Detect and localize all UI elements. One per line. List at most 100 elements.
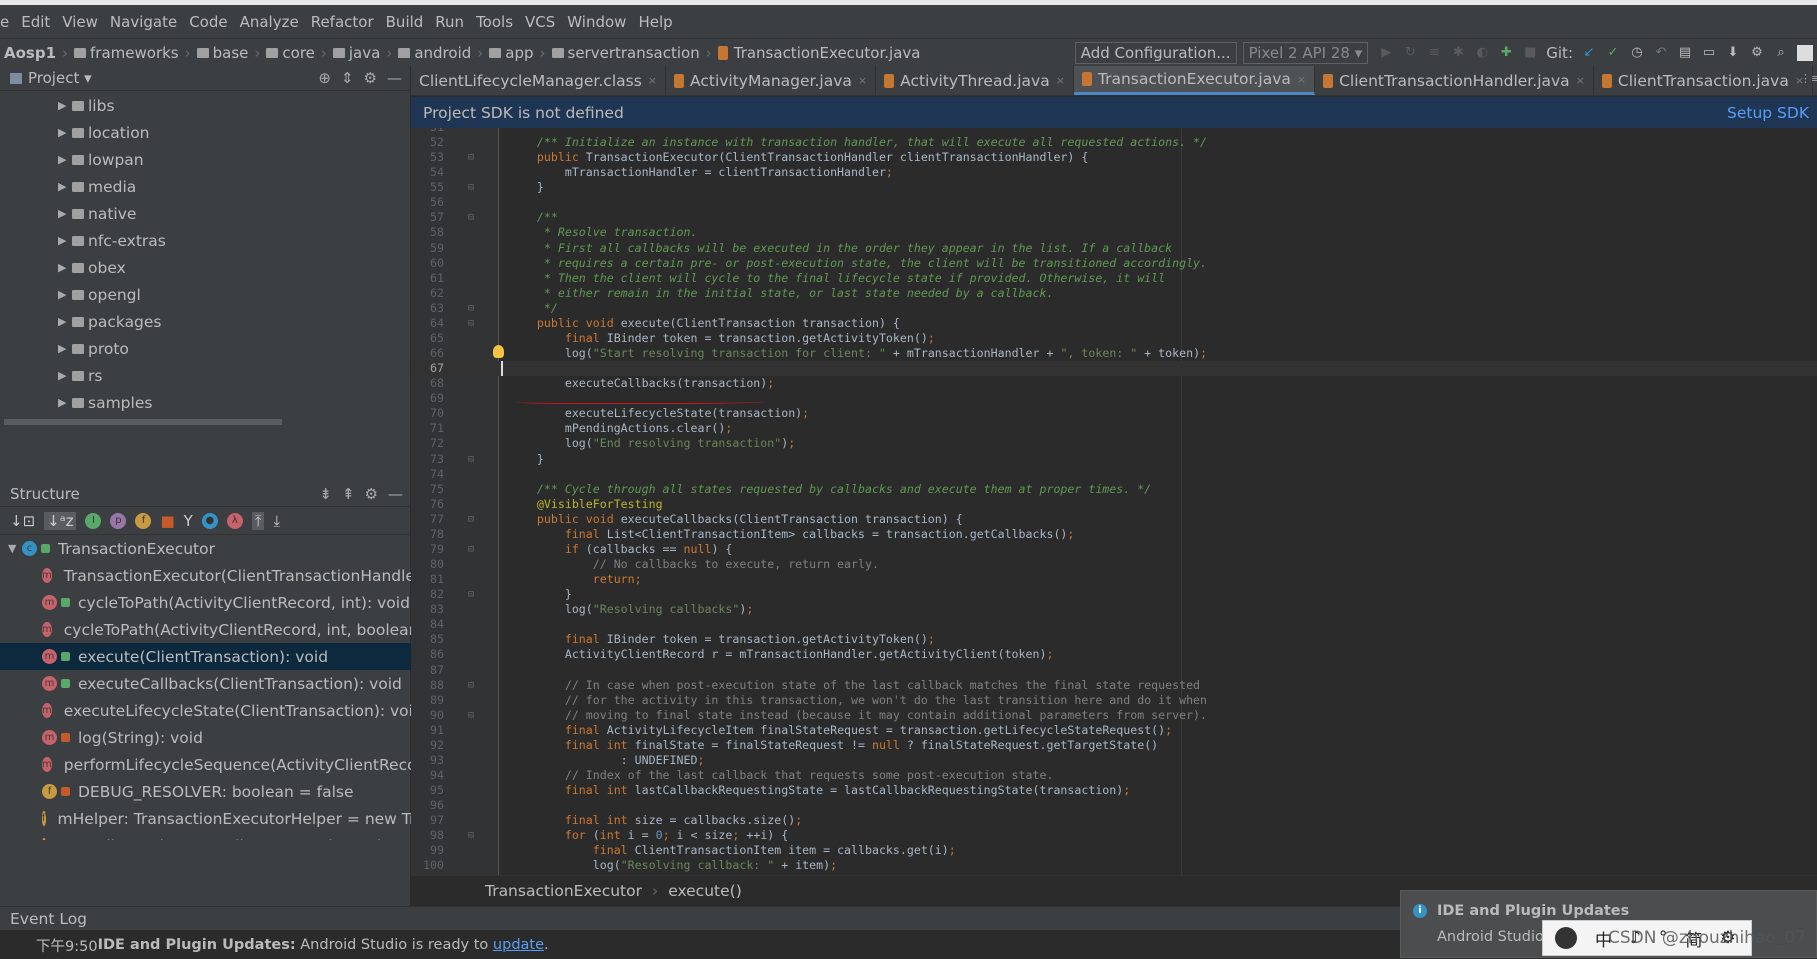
structure-field[interactable]: f mPendingActions: PendingTransactionActi… [0,832,411,840]
git-commit-icon[interactable]: ✓ [1605,45,1621,61]
breadcrumb-item[interactable]: core [266,44,315,62]
expand-arrow-icon[interactable]: ▶ [58,342,72,355]
fold-marker-icon[interactable]: ⊟ [468,316,474,331]
menu-vcs[interactable]: VCS [525,13,555,31]
show-lambdas-icon[interactable]: λ [226,512,243,529]
stop-icon[interactable]: ■ [1522,45,1538,61]
tree-item-samples[interactable]: ▶ samples [0,389,410,416]
close-tab-icon[interactable]: × [648,74,657,87]
expand-arrow-icon[interactable]: ▶ [58,261,72,274]
run-icon[interactable]: ▶ [1378,45,1394,61]
android-profiler-icon[interactable]: ⚙ [1749,45,1765,61]
tab-TransactionExecutor.java[interactable]: TransactionExecutor.java × [1073,66,1316,95]
autoscroll-from-source-icon[interactable]: ⤓ [273,512,280,530]
fold-marker-icon[interactable]: ⊟ [468,150,474,165]
group-icon[interactable]: Y [184,512,193,530]
fold-marker-icon[interactable]: ⊟ [468,512,474,527]
tree-item-lowpan[interactable]: ▶ lowpan [0,146,410,173]
menu-build[interactable]: Build [386,13,424,31]
tree-item-obex[interactable]: ▶ obex [0,254,410,281]
show-properties-icon[interactable]: p [110,512,127,529]
breadcrumb-item[interactable]: base [196,44,248,62]
structure-method[interactable]: m execute(ClientTransaction): void [0,643,411,670]
collapse-all-icon[interactable]: ⇞ [342,485,355,503]
menu-help[interactable]: Help [638,13,672,31]
add-configuration-button[interactable]: Add Configuration... [1074,41,1237,64]
hide-icon[interactable]: — [387,69,402,87]
structure-method[interactable]: m executeCallbacks(ClientTransaction): vo… [0,670,411,697]
breadcrumb-item[interactable]: android [398,44,471,62]
expand-arrow-icon[interactable]: ▶ [58,396,72,409]
structure-method[interactable]: m executeLifecycleState(ClientTransaction… [0,697,411,724]
setup-sdk-link[interactable]: Setup SDK [1727,104,1809,122]
expand-arrow-icon[interactable]: ▶ [58,153,72,166]
fold-marker-icon[interactable]: ⊟ [468,678,474,693]
git-revert-icon[interactable]: ↶ [1653,45,1669,61]
structure-method[interactable]: m TransactionExecutor(ClientTransactionHa… [0,562,411,589]
structure-method[interactable]: m cycleToPath(ActivityClientRecord, int):… [0,589,411,616]
attach-debugger-icon[interactable]: ✚ [1498,45,1514,61]
show-non-public-icon[interactable]: ■ [160,512,174,530]
hide-icon[interactable]: — [388,485,403,503]
close-tab-icon[interactable]: × [1576,74,1585,87]
close-tab-icon[interactable]: × [1297,73,1306,86]
menu-tools[interactable]: Tools [476,13,513,31]
tab-overflow-icon[interactable]: ⋮≡ [1800,72,1817,85]
breadcrumb-item[interactable]: TransactionExecutor.java [717,44,920,62]
fold-marker-icon[interactable]: ⊟ [468,210,474,225]
menu-edit[interactable]: Edit [21,13,50,31]
menu-run[interactable]: Run [435,13,464,31]
menu-navigate[interactable]: Navigate [110,13,177,31]
search-icon[interactable]: ⌕ [1773,45,1789,61]
breadcrumb-item[interactable]: app [489,44,534,62]
tree-item-packages[interactable]: ▶ packages [0,308,410,335]
device-selector[interactable]: Pixel 2 API 28 ▾ [1242,41,1369,64]
autoscroll-to-source-icon[interactable]: ⤒ [251,511,265,530]
menu-window[interactable]: Window [567,13,626,31]
structure-method[interactable]: m performLifecycleSequence(ActivityClient… [0,751,411,778]
ime-logo-icon[interactable] [1555,927,1577,949]
tree-item-native[interactable]: ▶ native [0,200,410,227]
breadcrumb-class[interactable]: TransactionExecutor [485,882,642,900]
expand-arrow-icon[interactable]: ▶ [58,126,72,139]
fold-marker-icon[interactable]: ⊟ [468,452,474,467]
fold-marker-icon[interactable]: ⊟ [468,828,474,843]
avd-manager-icon[interactable]: ▭ [1701,45,1717,61]
tree-item-location[interactable]: ▶ location [0,119,410,146]
sort-alphabetically-icon[interactable]: ↓ᵃz [44,511,77,530]
tab-ClientTransactionHandler.java[interactable]: ClientTransactionHandler.java × [1315,66,1594,95]
tree-item-nfc-extras[interactable]: ▶ nfc-extras [0,227,410,254]
breadcrumb-method[interactable]: execute() [668,882,742,900]
debug-icon[interactable]: ✱ [1450,45,1466,61]
git-update-icon[interactable]: ↙ [1581,45,1597,61]
profile-icon[interactable]: ◐ [1474,45,1490,61]
project-view-selector[interactable]: Project ▾ [28,69,92,87]
structure-field[interactable]: f mHelper: TransactionExecutorHelper = ne… [0,805,411,832]
breadcrumb-item[interactable]: java [332,44,380,62]
rerun-icon[interactable]: ↻ [1402,45,1418,61]
expand-arrow-icon[interactable]: ▼ [8,542,22,555]
show-anonymous-icon[interactable]: ● [201,512,218,529]
fold-marker-icon[interactable]: ⊟ [468,587,474,602]
close-tab-icon[interactable]: × [1056,74,1065,87]
intention-bulb-icon[interactable] [493,345,504,358]
tab-ActivityManager.java[interactable]: ActivityManager.java × [666,66,877,95]
tree-item-proto[interactable]: ▶ proto [0,335,410,362]
tree-item-libs[interactable]: ▶ libs [0,92,410,119]
code-editor[interactable]: 5152 /** Initialize an instance with tra… [411,128,1817,875]
locate-icon[interactable]: ⊕ [318,69,331,87]
fold-marker-icon[interactable]: ⊟ [468,542,474,557]
menu-code[interactable]: Code [189,13,227,31]
collapse-all-icon[interactable]: ⇕ [341,69,354,87]
structure-method[interactable]: m log(String): void [0,724,411,751]
breadcrumb-item[interactable]: servertransaction [551,44,700,62]
menu-analyze[interactable]: Analyze [240,13,299,31]
fold-marker-icon[interactable]: ⊟ [468,180,474,195]
show-fields-icon[interactable]: f [135,512,152,529]
sdk-manager-icon[interactable]: ⬇ [1725,45,1741,61]
menu-view[interactable]: View [62,13,98,31]
git-history-icon[interactable]: ◷ [1629,45,1645,61]
tab-ClientLifecycleManager.class[interactable]: ClientLifecycleManager.class × [411,66,667,95]
expand-all-icon[interactable]: ⇟ [319,485,332,503]
breadcrumb-item[interactable]: frameworks [74,44,179,62]
